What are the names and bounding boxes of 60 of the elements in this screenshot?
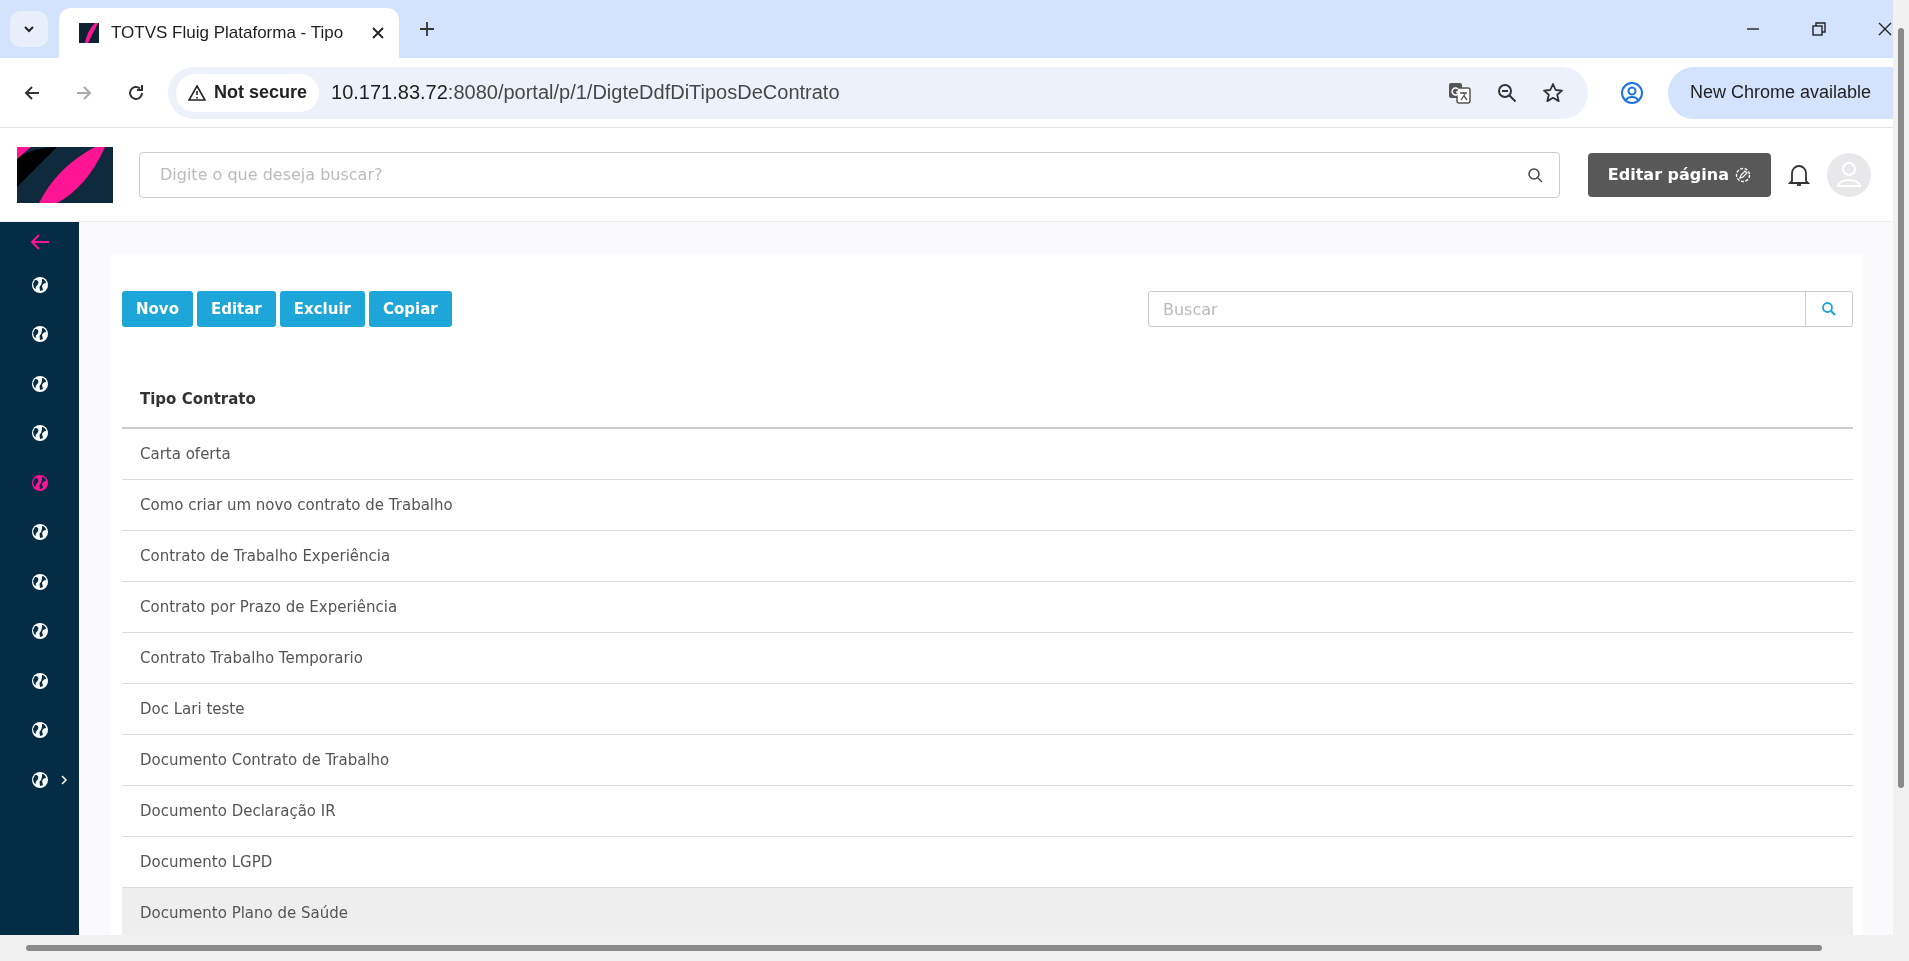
table-row[interactable]: Contrato de Trabalho Experiência [122,531,1853,582]
globe-icon[interactable] [29,571,50,592]
globe-icon[interactable] [29,769,50,790]
search-field[interactable]: Buscar [1148,291,1853,327]
table-row[interactable]: Documento Declaração IR [122,786,1853,837]
table-row[interactable]: Carta oferta [122,429,1853,480]
globe-icon[interactable] [29,423,50,444]
vertical-scrollbar[interactable] [1898,28,1904,788]
globe-icon[interactable] [29,324,50,345]
zoom-out-icon[interactable] [1495,81,1518,104]
search-field[interactable]: Digite o que deseja buscar? [139,151,1560,198]
search-icon[interactable] [1526,166,1543,183]
table-cell: Carta oferta [140,445,231,463]
table-row[interactable]: Doc Lari teste [122,684,1853,735]
address-bar[interactable]: Not secure 10.171.83.72:8080/portal/p/1/DigteDdfDiTiposDeContrato [168,66,1588,119]
globe-icon[interactable] [29,522,50,543]
search-input[interactable]: Buscar [1149,298,1805,320]
translate-icon[interactable] [1447,80,1472,105]
table-row[interactable]: Contrato por Prazo de Experiência [122,582,1853,633]
table-cell: Documento Plano de Saúde [140,904,348,922]
table-cell: Documento Declaração IR [140,802,336,820]
table-cell: Como criar um novo contrato de Trabalho [140,496,453,514]
chevron-right-icon[interactable] [60,773,68,786]
close-icon[interactable] [371,26,385,40]
tab-title: TOTVS Fluig Plataforma - Tipo [111,23,345,43]
new-tab-icon[interactable] [419,21,435,37]
table-cell: Documento Contrato de Trabalho [140,751,390,769]
table-cell: Contrato de Trabalho Experiência [140,547,391,565]
table-cell: Contrato Trabalho Temporario [140,649,363,667]
back-arrow-icon[interactable] [28,232,51,252]
horizontal-scrollbar[interactable] [26,945,1822,951]
table-row[interactable]: Como criar um novo contrato de Trabalho [122,480,1853,531]
close-window-icon[interactable] [1877,21,1893,37]
search-input[interactable]: Digite o que deseja buscar? [158,164,1527,185]
reload-icon[interactable] [126,82,146,103]
table-cell: Documento LGPD [140,853,273,871]
table-cell: Doc Lari teste [140,700,245,718]
warning-icon [188,84,206,101]
table-cell: Contrato por Prazo de Experiência [140,598,398,616]
url-text: 10.171.83.72:8080/portal/p/1/DigteDdfDiTiposDeContrato [331,81,840,104]
globe-icon[interactable] [29,274,50,295]
profile-icon[interactable] [1619,80,1644,105]
table-row[interactable]: Contrato Trabalho Temporario [122,633,1853,684]
globe-icon[interactable] [29,670,50,691]
globe-icon[interactable] [29,720,50,741]
column-header[interactable]: Tipo Contrato [140,390,256,408]
edit-page-button[interactable]: Editar página [1587,152,1771,197]
table-row[interactable]: Documento Plano de Saúde [122,888,1853,935]
table-row[interactable]: Documento Contrato de Trabalho [122,735,1853,786]
globe-icon[interactable] [29,621,50,642]
restore-icon[interactable] [1811,21,1827,37]
security-label: Not secure [214,82,308,103]
update-button[interactable]: New Chrome available [1667,66,1893,119]
security-chip[interactable]: Not secure [176,73,320,112]
globe-icon[interactable] [29,373,50,394]
browser-tab[interactable]: TOTVS Fluig Plataforma - Tipo [59,8,399,58]
search-icon [1821,301,1837,317]
star-icon[interactable] [1541,81,1564,104]
badge-pencil-icon [1735,166,1751,183]
favicon-icon [79,23,99,43]
